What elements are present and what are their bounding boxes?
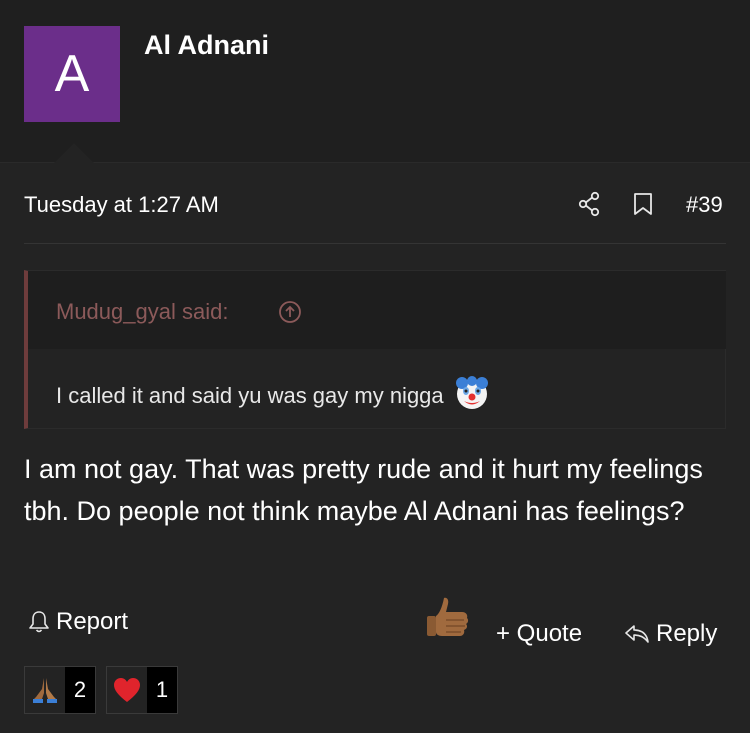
author-name[interactable]: Al Adnani xyxy=(144,30,269,61)
reply-button-label: Reply xyxy=(656,620,718,647)
post-message: I am not gay. That was pretty rude and i… xyxy=(24,454,703,526)
quote-header: Mudug_gyal said: xyxy=(28,271,726,349)
bookmark-icon[interactable] xyxy=(632,192,654,216)
quote-text-content: I called it and said yu was gay my nigga xyxy=(56,382,444,408)
reaction-count: 1 xyxy=(147,667,177,713)
reply-arrow-icon xyxy=(625,625,649,643)
post-number-link[interactable]: #39 xyxy=(686,192,723,218)
bell-icon xyxy=(29,611,49,633)
report-label: Report xyxy=(56,608,129,635)
quote-text: I called it and said yu was gay my nigga xyxy=(56,376,490,415)
clown-face-icon xyxy=(455,376,488,409)
report-button[interactable]: Report xyxy=(28,608,128,636)
reaction-heart[interactable]: 1 xyxy=(106,666,178,714)
reaction-count: 2 xyxy=(65,667,95,713)
praying-hands-icon xyxy=(25,667,65,713)
reaction-praying-hands[interactable]: 2 xyxy=(24,666,96,714)
quote-block: Mudug_gyal said: I called it and said yu… xyxy=(24,270,726,429)
header-notch xyxy=(54,143,94,163)
arrow-up-circle-icon[interactable] xyxy=(278,300,302,324)
avatar[interactable]: A xyxy=(24,26,120,122)
thumbs-up-icon[interactable] xyxy=(424,594,472,644)
quote-author-link[interactable]: Mudug_gyal said: xyxy=(56,299,228,325)
red-heart-icon xyxy=(107,667,147,713)
reply-button[interactable]: Reply xyxy=(624,620,717,648)
divider xyxy=(24,243,726,244)
post-date[interactable]: Tuesday at 1:27 AM xyxy=(24,192,219,218)
share-icon[interactable] xyxy=(577,191,601,217)
quote-button[interactable]: + Quote xyxy=(496,620,582,648)
quote-button-label: + Quote xyxy=(496,620,583,647)
